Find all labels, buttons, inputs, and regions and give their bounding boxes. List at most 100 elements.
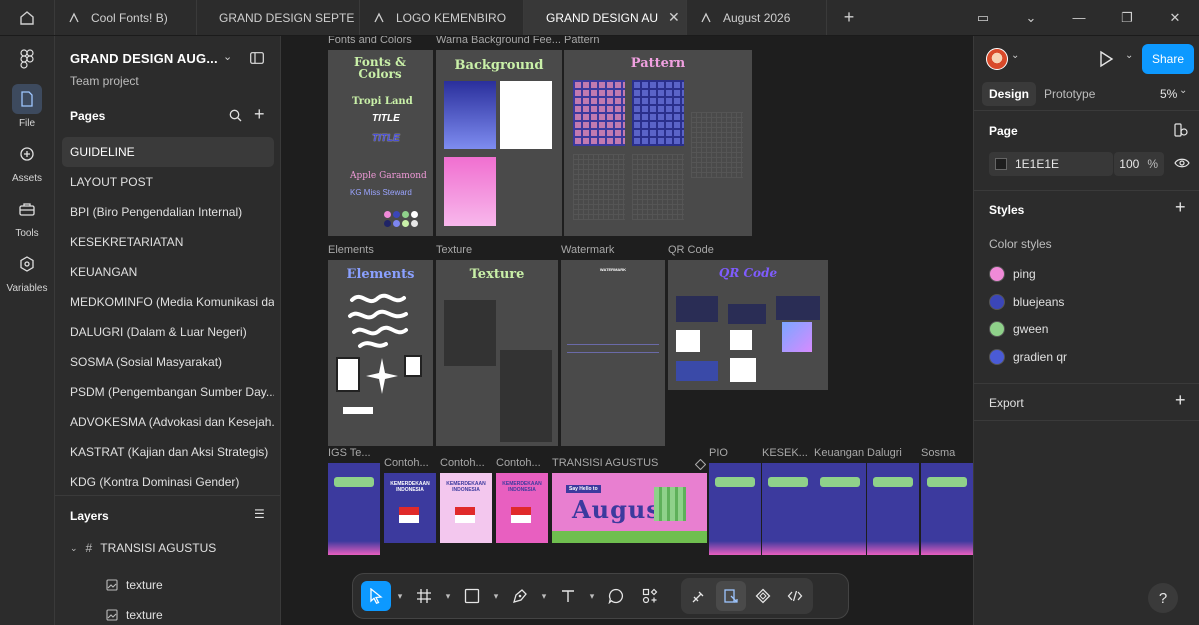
dev-mode-button[interactable]	[780, 581, 810, 611]
play-icon[interactable]	[1098, 50, 1114, 68]
search-icon[interactable]	[229, 109, 242, 122]
layer-row[interactable]: ⌄ # TRANSISI AGUSTUS	[70, 541, 216, 555]
component-mode-button[interactable]	[748, 581, 778, 611]
pio-post[interactable]	[709, 463, 761, 555]
frame-label-watermark[interactable]: Watermark	[561, 244, 614, 256]
frame-label-elements[interactable]: Elements	[328, 244, 374, 256]
page-item-medkominfo[interactable]: MEDKOMINFO (Media Komunikasi da...	[62, 287, 274, 317]
actions-tool[interactable]	[635, 581, 665, 611]
chevron-down-icon[interactable]: ▾	[395, 591, 405, 602]
color-style-row[interactable]: gween	[989, 321, 1048, 337]
close-window-button[interactable]: ✕	[1151, 10, 1199, 26]
kesek-post[interactable]	[762, 463, 814, 555]
pen-tool[interactable]	[505, 581, 535, 611]
frame-label-pattern[interactable]: Pattern	[564, 36, 599, 46]
keuangan-post[interactable]	[814, 463, 866, 555]
collapse-layers-icon[interactable]: ☰	[254, 507, 265, 521]
save-icon[interactable]: ▭	[959, 10, 1007, 26]
text-tool[interactable]	[553, 581, 583, 611]
elements-frame[interactable]: Elements	[328, 260, 433, 446]
frame-label-qrcode[interactable]: QR Code	[668, 244, 714, 256]
page-item-guideline[interactable]: GUIDELINE	[62, 137, 274, 167]
zoom-level[interactable]: 5%	[1160, 87, 1177, 101]
chevron-down-icon[interactable]: ⌄	[1125, 50, 1133, 61]
page-item-sosma[interactable]: SOSMA (Sosial Masyarakat)	[62, 347, 274, 377]
igs-template-post[interactable]	[328, 463, 380, 555]
page-item-psdm[interactable]: PSDM (Pengembangan Sumber Day...	[62, 377, 274, 407]
page-item-bpi[interactable]: BPI (Biro Pengendalian Internal)	[62, 197, 274, 227]
chevron-down-icon[interactable]: ⌄	[223, 50, 232, 63]
share-button[interactable]: Share	[1142, 44, 1194, 74]
rail-file[interactable]: File	[12, 84, 42, 129]
frame-label-texture[interactable]: Texture	[436, 244, 472, 256]
page-item-advokesma[interactable]: ADVOKESMA (Advokasi dan Kesejah...	[62, 407, 274, 437]
draw-mode-button[interactable]	[684, 581, 714, 611]
close-icon[interactable]: ✕	[668, 9, 680, 26]
chevron-down-icon[interactable]: ⌄	[1007, 10, 1055, 26]
tab-grand-design-september[interactable]: GRAND DESIGN SEPTE	[197, 0, 360, 35]
minimize-button[interactable]: —	[1055, 10, 1103, 25]
transisi-agustus-post[interactable]: Say Hello to August	[552, 473, 707, 543]
frame-label-contoh-2[interactable]: Contoh...	[440, 457, 485, 469]
page-item-keuangan[interactable]: KEUANGAN	[62, 257, 274, 287]
file-title[interactable]: GRAND DESIGN AUG...	[70, 51, 218, 66]
frame-label-kesek[interactable]: KESEK...	[762, 447, 808, 459]
frame-label-warna[interactable]: Warna Background Fee...	[436, 36, 561, 46]
dalugri-post[interactable]	[867, 463, 919, 555]
tab-prototype[interactable]: Prototype	[1044, 87, 1095, 101]
frame-label-contoh-1[interactable]: Contoh...	[384, 457, 429, 469]
page-color-field[interactable]: 1E1E1E	[989, 152, 1113, 176]
qr-code-frame[interactable]: QR Code	[668, 260, 828, 390]
avatar[interactable]	[986, 48, 1008, 70]
color-style-row[interactable]: gradien qr	[989, 349, 1067, 365]
contoh-post-3[interactable]: KEMERDEKAAN INDONESIA	[496, 473, 548, 543]
rail-tools[interactable]: Tools	[12, 194, 42, 239]
help-button[interactable]: ?	[1148, 583, 1178, 613]
comment-tool[interactable]	[601, 581, 631, 611]
new-tab-button[interactable]: +	[827, 0, 871, 35]
color-style-row[interactable]: ping	[989, 266, 1036, 282]
rail-variables[interactable]: Variables	[7, 249, 47, 294]
add-style-icon[interactable]: +	[1175, 197, 1186, 218]
tab-design[interactable]: Design	[982, 82, 1037, 106]
pattern-frame[interactable]: Pattern	[564, 50, 752, 236]
background-frame[interactable]: Background	[436, 50, 562, 236]
sosma-post[interactable]	[921, 463, 973, 555]
layer-row[interactable]: texture	[106, 578, 163, 592]
page-opacity-field[interactable]: 100 %	[1114, 152, 1164, 176]
page-item-kdg[interactable]: KDG (Kontra Dominasi Gender)	[62, 467, 274, 497]
layer-row[interactable]: texture	[106, 608, 163, 622]
rail-assets[interactable]: Assets	[12, 139, 42, 184]
local-variables-icon[interactable]	[1174, 123, 1188, 137]
color-swatch[interactable]	[995, 158, 1007, 170]
frame-label-keuangan[interactable]: Keuangan	[814, 447, 864, 459]
shape-tool[interactable]	[457, 581, 487, 611]
eye-icon[interactable]	[1174, 157, 1190, 169]
design-canvas[interactable]: Fonts and Colors Warna Background Fee...…	[281, 36, 973, 625]
figma-menu-button[interactable]	[12, 44, 42, 74]
page-item-layout-post[interactable]: LAYOUT POST	[62, 167, 274, 197]
chevron-down-icon[interactable]: ⌄	[70, 543, 78, 554]
fonts-colors-frame[interactable]: Fonts & Colors Tropi Land TITLE TITLE Ap…	[328, 50, 433, 236]
color-style-row[interactable]: bluejeans	[989, 294, 1064, 310]
frame-label-igs[interactable]: IGS Te...	[328, 447, 371, 459]
watermark-frame[interactable]: WATERMARK	[561, 260, 665, 446]
frame-tool[interactable]	[409, 581, 439, 611]
tab-august-2026[interactable]: August 2026	[687, 0, 827, 35]
move-tool[interactable]	[361, 581, 391, 611]
frame-label-fonts[interactable]: Fonts and Colors	[328, 36, 412, 46]
chevron-down-icon[interactable]: ⌄	[1011, 50, 1019, 61]
design-mode-button[interactable]	[716, 581, 746, 611]
frame-label-contoh-3[interactable]: Contoh...	[496, 457, 541, 469]
chevron-down-icon[interactable]: ▾	[587, 591, 597, 602]
contoh-post-2[interactable]: KEMERDEKAAN INDONESIA	[440, 473, 492, 543]
tab-cool-fonts[interactable]: Cool Fonts! B)	[55, 0, 197, 35]
page-item-kesekretariatan[interactable]: KESEKRETARIATAN	[62, 227, 274, 257]
page-item-kastrat[interactable]: KASTRAT (Kajian dan Aksi Strategis)	[62, 437, 274, 467]
frame-label-transisi[interactable]: TRANSISI AGUSTUS	[552, 457, 658, 469]
add-export-icon[interactable]: +	[1175, 390, 1186, 411]
frame-label-dalugri[interactable]: Dalugri	[867, 447, 902, 459]
chevron-down-icon[interactable]: ⌄	[1179, 85, 1187, 96]
home-button[interactable]	[0, 0, 55, 35]
tab-logo-kemenbiro[interactable]: LOGO KEMENBIRO	[360, 0, 524, 35]
